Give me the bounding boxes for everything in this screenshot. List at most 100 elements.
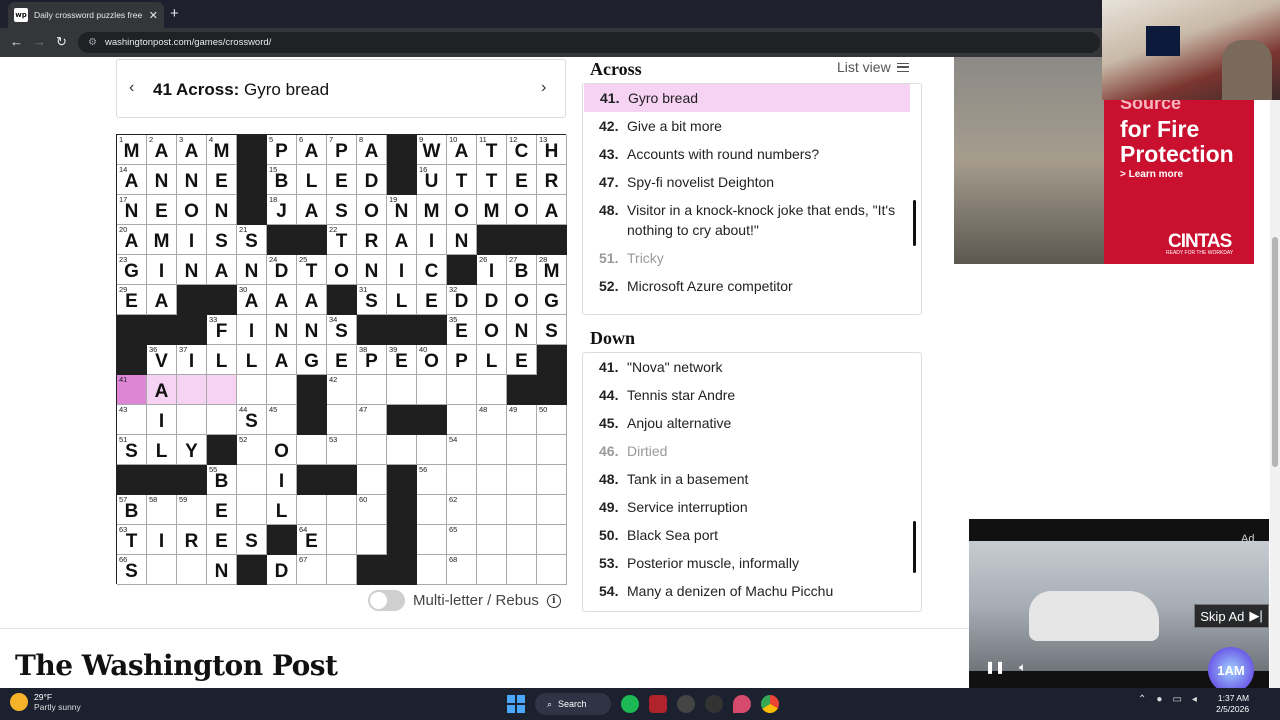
grid-cell[interactable]: 37 I <box>177 345 207 375</box>
grid-cell[interactable]: 41 <box>117 375 147 405</box>
grid-cell[interactable]: 33 F <box>207 315 237 345</box>
grid-cell[interactable] <box>297 495 327 525</box>
grid-cell[interactable]: I <box>267 465 297 495</box>
new-tab-icon[interactable]: + <box>170 5 179 22</box>
grid-cell[interactable]: T <box>447 165 477 195</box>
site-info-icon[interactable]: ⚙ <box>88 37 97 48</box>
grid-cell[interactable]: O <box>357 195 387 225</box>
grid-cell[interactable]: A <box>207 255 237 285</box>
grid-cell[interactable]: 4M <box>207 135 237 165</box>
grid-cell[interactable]: I <box>387 255 417 285</box>
grid-cell[interactable]: A <box>267 345 297 375</box>
grid-cell[interactable]: 30 A <box>237 285 267 315</box>
grid-cell[interactable]: T <box>477 165 507 195</box>
grid-cell[interactable]: 45 <box>267 405 297 435</box>
grid-cell[interactable]: 16 U <box>417 165 447 195</box>
taskbar-clock[interactable]: 1:37 AM 2/5/2026 <box>1216 693 1249 715</box>
grid-cell[interactable]: 56 <box>417 465 447 495</box>
across-scrollbar-thumb[interactable] <box>913 200 916 246</box>
grid-cell[interactable]: A <box>147 285 177 315</box>
grid-cell[interactable]: A <box>267 285 297 315</box>
grid-cell[interactable] <box>417 435 447 465</box>
grid-cell[interactable]: 35 E <box>447 315 477 345</box>
previous-clue-chevron-icon[interactable]: ‹ <box>129 79 134 97</box>
grid-cell[interactable]: O <box>327 255 357 285</box>
grid-cell[interactable]: I <box>237 315 267 345</box>
grid-cell[interactable] <box>537 555 567 585</box>
grid-cell[interactable]: 3A <box>177 135 207 165</box>
grid-cell[interactable] <box>297 435 327 465</box>
grid-cell[interactable]: 47 <box>357 405 387 435</box>
clue-item[interactable]: 46. Dirtied <box>583 441 909 461</box>
microphone-icon[interactable]: ● <box>1156 694 1162 705</box>
grid-cell[interactable]: 1M <box>117 135 147 165</box>
grid-cell[interactable]: 49 <box>507 405 537 435</box>
grid-cell[interactable] <box>147 555 177 585</box>
grid-cell[interactable]: 68 <box>447 555 477 585</box>
next-clue-chevron-icon[interactable]: › <box>541 79 546 97</box>
grid-cell[interactable]: 18 J <box>267 195 297 225</box>
clue-item[interactable]: 47. Spy-fi novelist Deighton <box>583 172 909 192</box>
grid-cell[interactable]: 55 B <box>207 465 237 495</box>
grid-cell[interactable]: L <box>477 345 507 375</box>
grid-cell[interactable]: 11 T <box>477 135 507 165</box>
grid-cell[interactable]: S <box>327 195 357 225</box>
grid-cell[interactable]: N <box>147 165 177 195</box>
clue-item[interactable]: 52. Microsoft Azure competitor <box>583 276 909 296</box>
grid-cell[interactable]: D <box>477 285 507 315</box>
grid-cell[interactable] <box>477 375 507 405</box>
grid-cell[interactable]: A <box>537 195 567 225</box>
grid-cell[interactable]: P <box>447 345 477 375</box>
grid-cell[interactable]: 2A <box>147 135 177 165</box>
grid-cell[interactable]: 64 E <box>297 525 327 555</box>
grid-cell[interactable] <box>477 465 507 495</box>
clue-item[interactable]: 41. Gyro bread <box>584 84 910 112</box>
browser-tab[interactable]: wp Daily crossword puzzles free fr... ✕ <box>8 2 164 28</box>
grid-cell[interactable] <box>477 435 507 465</box>
grid-cell[interactable]: 14 A <box>117 165 147 195</box>
grid-cell[interactable]: R <box>357 225 387 255</box>
washington-post-logo[interactable]: The Washington Post <box>15 649 338 682</box>
list-view-button[interactable]: List view <box>837 59 909 75</box>
grid-cell[interactable]: N <box>507 315 537 345</box>
grid-cell[interactable]: L <box>147 435 177 465</box>
grid-cell[interactable]: 43 <box>117 405 147 435</box>
grid-cell[interactable] <box>207 375 237 405</box>
grid-cell[interactable]: 59 <box>177 495 207 525</box>
grid-cell[interactable]: 5P <box>267 135 297 165</box>
grid-cell[interactable] <box>357 525 387 555</box>
rebus-toggle-switch[interactable] <box>368 590 405 611</box>
grid-cell[interactable] <box>237 495 267 525</box>
clue-item[interactable]: 42. Give a bit more <box>583 116 909 136</box>
reload-icon[interactable]: ↻ <box>56 34 67 50</box>
grid-cell[interactable]: I <box>147 405 177 435</box>
grid-cell[interactable]: 51 S <box>117 435 147 465</box>
grid-cell[interactable]: 54 <box>447 435 477 465</box>
grid-cell[interactable]: 52 <box>237 435 267 465</box>
grid-cell[interactable] <box>327 495 357 525</box>
grid-cell[interactable]: 62 <box>447 495 477 525</box>
grid-cell[interactable]: D <box>357 165 387 195</box>
grid-cell[interactable]: N <box>207 555 237 585</box>
grid-cell[interactable]: O <box>177 195 207 225</box>
grid-cell[interactable] <box>447 375 477 405</box>
grid-cell[interactable]: 6A <box>297 135 327 165</box>
grid-cell[interactable]: 10 A <box>447 135 477 165</box>
grid-cell[interactable] <box>357 375 387 405</box>
grid-cell[interactable]: N <box>237 255 267 285</box>
grid-cell[interactable]: 34 S <box>327 315 357 345</box>
grid-cell[interactable] <box>477 555 507 585</box>
page-scrollbar-thumb[interactable] <box>1272 237 1278 467</box>
grid-cell[interactable] <box>207 405 237 435</box>
grid-cell[interactable]: R <box>537 165 567 195</box>
grid-cell[interactable]: D <box>267 555 297 585</box>
grid-cell[interactable]: 58 <box>147 495 177 525</box>
down-scrollbar-thumb[interactable] <box>913 521 916 573</box>
grid-cell[interactable] <box>177 405 207 435</box>
clue-item[interactable]: 53. Posterior muscle, informally <box>583 553 909 573</box>
grid-cell[interactable] <box>327 405 357 435</box>
grid-cell[interactable]: 17 N <box>117 195 147 225</box>
grid-cell[interactable]: N <box>177 255 207 285</box>
clue-item[interactable]: 49. Service interruption <box>583 497 909 517</box>
forward-arrow-icon[interactable]: → <box>33 34 46 49</box>
